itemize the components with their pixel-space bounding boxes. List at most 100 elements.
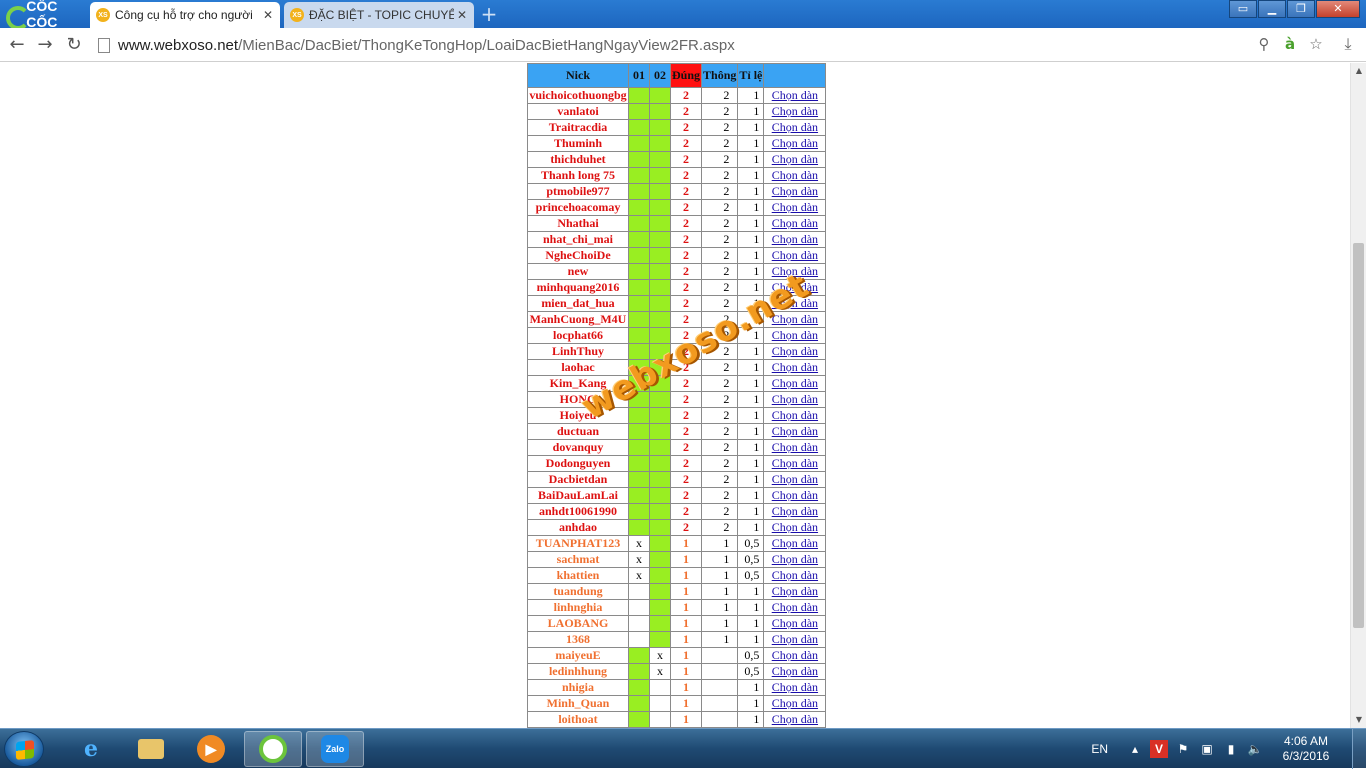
tab-active[interactable]: XS Công cụ hỗ trợ cho người ✕ — [90, 2, 280, 28]
taskbar-mediaplayer[interactable]: ▶ — [182, 731, 240, 767]
chon-dan-link[interactable]: Chọn dàn — [772, 136, 818, 150]
maximize-button[interactable]: ❐ — [1287, 0, 1315, 18]
tile-cell: 1 — [737, 183, 765, 200]
chon-dan-link[interactable]: Chọn dàn — [772, 232, 818, 246]
chon-dan-link[interactable]: Chọn dàn — [772, 488, 818, 502]
clock[interactable]: 4:06 AM 6/3/2016 — [1270, 734, 1342, 764]
taskbar-coccoc[interactable] — [244, 731, 302, 767]
chon-cell: Chọn dàn — [763, 215, 827, 232]
chon-dan-link[interactable]: Chọn dàn — [772, 200, 818, 214]
col-02-cell — [649, 311, 671, 328]
chon-dan-link[interactable]: Chọn dàn — [772, 472, 818, 486]
coccoc-logo[interactable]: CỐC CỐC — [0, 0, 90, 30]
new-tab-button[interactable]: + — [478, 4, 500, 24]
device-icon[interactable]: ▣ — [1198, 740, 1216, 758]
download-icon[interactable]: ⤓ — [1338, 34, 1358, 56]
chon-dan-link[interactable]: Chọn dàn — [772, 280, 818, 294]
close-tab-icon[interactable]: ✕ — [454, 8, 470, 22]
header-thong: Thông — [701, 63, 739, 88]
chon-dan-link[interactable]: Chọn dàn — [772, 520, 818, 534]
nick-cell: 1368 — [527, 631, 629, 648]
network-icon[interactable]: ▮ — [1222, 740, 1240, 758]
chon-dan-link[interactable]: Chọn dàn — [772, 248, 818, 262]
tab-inactive[interactable]: XS ĐẶC BIỆT - TOPIC CHUYÊN ✕ — [284, 2, 474, 28]
dung-cell: 2 — [669, 87, 703, 104]
language-indicator[interactable]: EN — [1091, 742, 1108, 756]
chon-dan-link[interactable]: Chọn dàn — [772, 376, 818, 390]
chon-dan-link[interactable]: Chọn dàn — [772, 424, 818, 438]
chon-dan-link[interactable]: Chọn dàn — [772, 152, 818, 166]
chon-dan-link[interactable]: Chọn dàn — [772, 680, 818, 694]
nick-cell: Thuminh — [527, 135, 629, 152]
chon-dan-link[interactable]: Chọn dàn — [772, 184, 818, 198]
tray-expand-icon[interactable]: ▴ — [1126, 740, 1144, 758]
chon-dan-link[interactable]: Chọn dàn — [772, 456, 818, 470]
chon-dan-link[interactable]: Chọn dàn — [772, 712, 818, 726]
thong-cell: 2 — [701, 295, 739, 312]
close-window-button[interactable]: ✕ — [1316, 0, 1360, 18]
vivaldi-icon[interactable]: V — [1150, 740, 1168, 758]
tile-cell: 1 — [737, 247, 765, 264]
forward-arrow-icon[interactable]: → — [34, 34, 56, 56]
chon-dan-link[interactable]: Chọn dàn — [772, 264, 818, 278]
scrollbar-thumb[interactable] — [1353, 243, 1364, 628]
chon-dan-link[interactable]: Chọn dàn — [772, 408, 818, 422]
windows-logo-icon — [16, 740, 34, 760]
spell-icon[interactable]: à — [1280, 34, 1300, 54]
tile-cell: 1 — [737, 679, 765, 696]
chon-dan-link[interactable]: Chọn dàn — [772, 104, 818, 118]
zoom-icon[interactable]: ⚲ — [1254, 34, 1274, 54]
tile-cell: 1 — [737, 231, 765, 248]
chon-dan-link[interactable]: Chọn dàn — [772, 440, 818, 454]
chon-dan-link[interactable]: Chọn dàn — [772, 216, 818, 230]
chon-dan-link[interactable]: Chọn dàn — [772, 664, 818, 678]
chon-cell: Chọn dàn — [763, 663, 827, 680]
page-icon — [98, 37, 110, 53]
chon-dan-link[interactable]: Chọn dàn — [772, 696, 818, 710]
chon-dan-link[interactable]: Chọn dàn — [772, 616, 818, 630]
chon-dan-link[interactable]: Chọn dàn — [772, 536, 818, 550]
star-icon[interactable]: ☆ — [1306, 34, 1326, 54]
chon-dan-link[interactable]: Chọn dàn — [772, 648, 818, 662]
minimize-button[interactable]: ▁ — [1258, 0, 1286, 18]
chon-dan-link[interactable]: Chọn dàn — [772, 552, 818, 566]
show-desktop-button[interactable] — [1352, 729, 1366, 769]
chon-dan-link[interactable]: Chọn dàn — [772, 504, 818, 518]
chon-dan-link[interactable]: Chọn dàn — [772, 600, 818, 614]
start-button[interactable] — [4, 731, 44, 767]
col-02-cell: x — [649, 663, 671, 680]
scroll-down-icon[interactable]: ▼ — [1351, 712, 1366, 728]
scroll-up-icon[interactable]: ▲ — [1351, 63, 1366, 79]
chon-dan-link[interactable]: Chọn dàn — [772, 328, 818, 342]
taskbar-ie[interactable]: e — [62, 731, 120, 767]
dung-cell: 1 — [669, 695, 703, 712]
volume-icon[interactable]: 🔈 — [1246, 740, 1264, 758]
chon-cell: Chọn dàn — [763, 407, 827, 424]
chon-dan-link[interactable]: Chọn dàn — [772, 344, 818, 358]
chon-dan-link[interactable]: Chọn dàn — [772, 584, 818, 598]
vertical-scrollbar[interactable]: ▲ ▼ — [1350, 63, 1366, 728]
table-row: Dodonguyen 2 2 1 Chọn dàn — [527, 455, 827, 472]
user-icon[interactable]: ▭ — [1229, 0, 1257, 18]
chon-dan-link[interactable]: Chọn dàn — [772, 120, 818, 134]
chon-dan-link[interactable]: Chọn dàn — [772, 296, 818, 310]
thong-cell: 2 — [701, 247, 739, 264]
taskbar-zalo[interactable]: Zalo — [306, 731, 364, 767]
tile-cell: 1 — [737, 199, 765, 216]
chon-dan-link[interactable]: Chọn dàn — [772, 360, 818, 374]
chon-dan-link[interactable]: Chọn dàn — [772, 312, 818, 326]
close-tab-icon[interactable]: ✕ — [260, 8, 276, 22]
nick-cell: new — [527, 263, 629, 280]
chon-dan-link[interactable]: Chọn dàn — [772, 568, 818, 582]
flag-icon[interactable]: ⚑ — [1174, 740, 1192, 758]
chon-dan-link[interactable]: Chọn dàn — [772, 392, 818, 406]
taskbar-explorer[interactable] — [122, 731, 180, 767]
col-01-cell: x — [628, 551, 650, 568]
chon-dan-link[interactable]: Chọn dàn — [772, 168, 818, 182]
address-bar[interactable]: www.webxoso.net/MienBac/DacBiet/ThongKeT… — [98, 32, 1338, 58]
chon-dan-link[interactable]: Chọn dàn — [772, 632, 818, 646]
col-01-cell — [628, 151, 650, 168]
reload-icon[interactable]: ↻ — [63, 34, 85, 56]
chon-dan-link[interactable]: Chọn dàn — [772, 88, 818, 102]
back-arrow-icon[interactable]: ← — [6, 34, 28, 56]
